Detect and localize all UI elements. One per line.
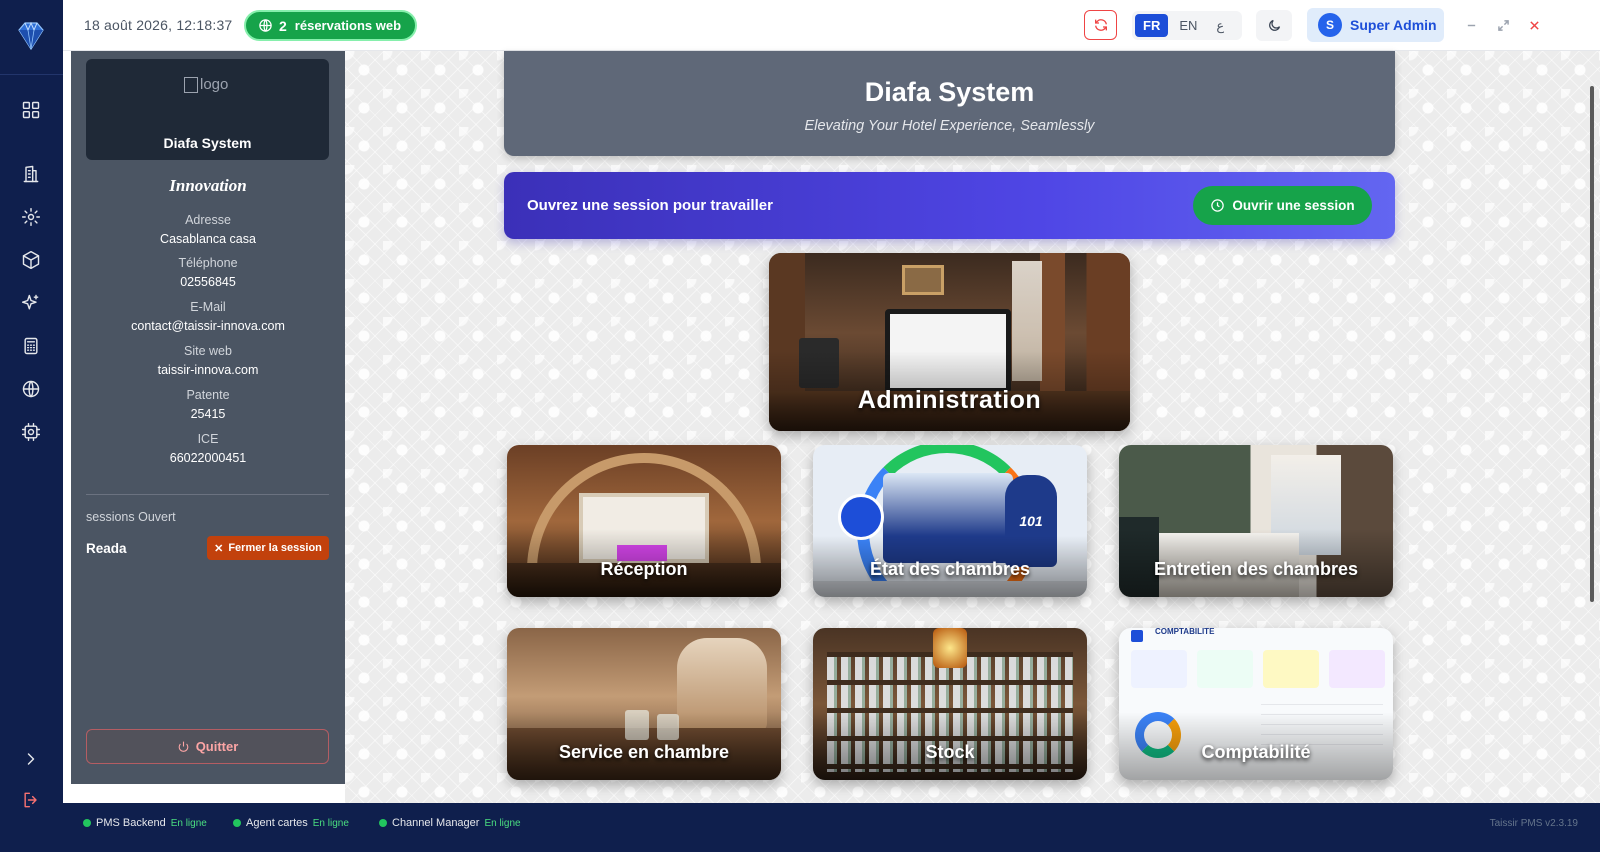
- box-icon[interactable]: [19, 248, 43, 272]
- status-dot-icon: [379, 819, 387, 827]
- web-reservations-count: 2: [279, 17, 287, 34]
- module-administration[interactable]: Administration: [769, 253, 1130, 431]
- open-sessions-title: sessions Ouvert: [86, 510, 176, 524]
- refresh-button[interactable]: [1084, 10, 1117, 40]
- web-reservations-label: réservations web: [294, 18, 402, 33]
- kpi-card: [1197, 650, 1253, 688]
- phone-label: Téléphone: [178, 256, 238, 270]
- email-label: E-Mail: [190, 300, 226, 314]
- session-user-name: Reada: [86, 541, 127, 556]
- module-housekeeping[interactable]: Entretien des chambres: [1119, 445, 1393, 597]
- avatar: S: [1318, 13, 1342, 37]
- lang-ar-button[interactable]: ع: [1208, 14, 1232, 37]
- bed-badge-icon: [838, 494, 884, 540]
- power-icon: [178, 741, 189, 752]
- address-value: Casablanca casa: [160, 232, 256, 246]
- minimize-icon[interactable]: [1459, 13, 1483, 37]
- module-room-status[interactable]: 101 État des chambres: [813, 445, 1087, 597]
- language-switcher: FR EN ع: [1132, 11, 1242, 40]
- gear-icon[interactable]: [19, 205, 43, 229]
- app-version: Taissir PMS v2.3.19: [1489, 818, 1578, 829]
- website-value: taissir-innova.com: [157, 363, 259, 377]
- phone-value: 02556845: [180, 275, 236, 289]
- module-accounting[interactable]: COMPTABILITÉ Comptabilité: [1119, 628, 1393, 780]
- moon-icon: [1268, 19, 1280, 31]
- module-room-service[interactable]: Service en chambre: [507, 628, 781, 780]
- panel-divider: [86, 494, 329, 495]
- hotel-info-panel: logo Diafa System Innovation Adresse Cas…: [71, 51, 345, 784]
- status-agent-cartes: Agent cartes En ligne: [233, 817, 349, 829]
- open-session-label: Ouvrir une session: [1232, 198, 1355, 213]
- status-dot-icon: [233, 819, 241, 827]
- patente-value: 25415: [190, 407, 226, 421]
- module-label: Service en chambre: [558, 742, 730, 762]
- maximize-icon[interactable]: [1491, 13, 1515, 37]
- brand-card: logo Diafa System: [86, 59, 329, 160]
- chip-settings-icon[interactable]: [19, 420, 43, 444]
- sparkles-icon[interactable]: [19, 291, 43, 315]
- status-dot-icon: [83, 819, 91, 827]
- email-value: contact@taissir-innova.com: [131, 319, 285, 333]
- quit-label: Quitter: [195, 739, 239, 754]
- close-icon[interactable]: [1522, 13, 1546, 37]
- hero-header: Diafa System Elevating Your Hotel Experi…: [504, 51, 1395, 156]
- lang-en-button[interactable]: EN: [1171, 14, 1205, 37]
- theme-toggle-button[interactable]: [1256, 10, 1292, 41]
- quit-button[interactable]: Quitter: [86, 729, 329, 764]
- user-menu-button[interactable]: S Super Admin: [1307, 8, 1444, 42]
- broken-logo-image: logo: [184, 76, 228, 93]
- module-label: État des chambres: [869, 559, 1031, 579]
- left-nav-rail: [0, 0, 63, 852]
- diamond-logo-icon[interactable]: [13, 18, 49, 54]
- close-session-label: Fermer la session: [228, 542, 322, 554]
- open-session-button[interactable]: Ouvrir une session: [1193, 186, 1372, 225]
- accounting-dashboard-header: COMPTABILITÉ: [1155, 628, 1215, 636]
- status-pms-backend: PMS Backend En ligne: [83, 817, 207, 829]
- module-stock[interactable]: Stock: [813, 628, 1087, 780]
- calculator-icon[interactable]: [19, 334, 43, 358]
- brand-name: Diafa System: [163, 135, 252, 151]
- dashboard-icon: [1131, 630, 1143, 642]
- kpi-card: [1131, 650, 1187, 688]
- status-channel-manager: Channel Manager En ligne: [379, 817, 521, 829]
- module-label: Comptabilité: [1201, 742, 1311, 762]
- user-name: Super Admin: [1350, 17, 1437, 33]
- module-label: Réception: [600, 559, 688, 579]
- chevron-right-icon[interactable]: [19, 747, 43, 771]
- ice-label: ICE: [197, 432, 219, 446]
- building-icon[interactable]: [19, 162, 43, 186]
- kpi-card: [1329, 650, 1385, 688]
- grid-icon[interactable]: [19, 98, 43, 122]
- refresh-icon: [1094, 19, 1107, 31]
- clock-icon: [1211, 199, 1225, 212]
- scrollbar[interactable]: [1590, 86, 1594, 602]
- patente-label: Patente: [186, 388, 230, 402]
- company-name: Innovation: [169, 176, 247, 195]
- module-label: Entretien des chambres: [1153, 559, 1359, 579]
- open-session-banner: Ouvrez une session pour travailler Ouvri…: [504, 172, 1395, 239]
- banner-message: Ouvrez une session pour travailler: [527, 197, 773, 214]
- website-label: Site web: [184, 344, 232, 358]
- current-datetime: 18 août 2026, 12:18:37: [84, 17, 233, 33]
- globe-icon[interactable]: [19, 377, 43, 401]
- logout-icon[interactable]: [19, 788, 43, 812]
- module-label: Stock: [925, 742, 975, 762]
- wall-picture: [902, 265, 944, 295]
- lang-fr-button[interactable]: FR: [1135, 14, 1169, 37]
- lantern: [933, 628, 967, 668]
- status-footer: PMS Backend En ligne Agent cartes En lig…: [63, 803, 1600, 852]
- kpi-card: [1263, 650, 1319, 688]
- top-bar: 18 août 2026, 12:18:37 2 réservations we…: [63, 0, 1600, 51]
- module-reception[interactable]: Réception: [507, 445, 781, 597]
- rail-divider: [0, 74, 63, 75]
- web-reservations-badge[interactable]: 2 réservations web: [244, 10, 418, 41]
- close-session-button[interactable]: ✕ Fermer la session: [207, 536, 329, 560]
- ice-value: 66022000451: [169, 451, 247, 465]
- module-label: Administration: [857, 386, 1042, 414]
- hero-subtitle: Elevating Your Hotel Experience, Seamles…: [804, 118, 1095, 134]
- x-icon: ✕: [214, 542, 224, 555]
- address-label: Adresse: [185, 213, 231, 227]
- hero-title: Diafa System: [864, 77, 1035, 107]
- globe-icon: [259, 19, 272, 32]
